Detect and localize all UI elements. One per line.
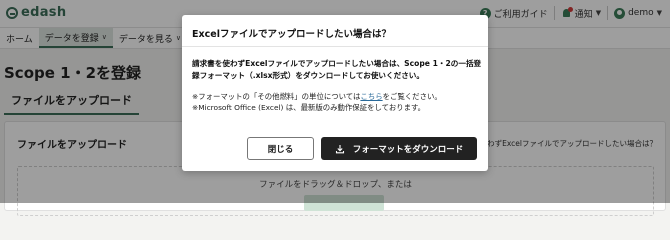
download-icon bbox=[335, 144, 344, 153]
dialog-notes: ※フォーマットの「その他燃料」の単位についてはこちらをご覧ください。 ※Micr… bbox=[192, 91, 482, 113]
download-format-button[interactable]: フォーマットをダウンロード bbox=[321, 137, 477, 160]
download-label: フォーマットをダウンロード bbox=[352, 144, 464, 155]
other-fuel-unit-link[interactable]: こちら bbox=[360, 92, 382, 101]
dialog-body: 請求書を使わずExcelファイルでアップロードしたい場合は、Scope 1・2の… bbox=[192, 58, 482, 113]
note-excel-support: ※Microsoft Office (Excel) は、最新版のみ動作保証をして… bbox=[192, 103, 426, 112]
excel-upload-dialog: Excelファイルでアップロードしたい場合は？ 請求書を使わずExcelファイル… bbox=[182, 15, 488, 171]
note-prefix: ※フォーマットの「その他燃料」の単位については bbox=[192, 92, 361, 101]
dialog-header: Excelファイルでアップロードしたい場合は？ bbox=[182, 15, 488, 47]
note-other-fuel: ※フォーマットの「その他燃料」の単位についてはこちらをご覧ください。 bbox=[192, 91, 482, 102]
dialog-description: 請求書を使わずExcelファイルでアップロードしたい場合は、Scope 1・2の… bbox=[192, 58, 482, 82]
note-suffix: をご覧ください。 bbox=[382, 92, 442, 101]
dialog-title: Excelファイルでアップロードしたい場合は？ bbox=[192, 29, 391, 40]
close-button[interactable]: 閉じる bbox=[247, 137, 314, 160]
description-line-2: 録フォーマット（.xlsx形式）をダウンロードしてお使いください。 bbox=[192, 71, 424, 80]
description-line-1: 請求書を使わずExcelファイルでアップロードしたい場合は、Scope 1・2の… bbox=[192, 59, 482, 68]
